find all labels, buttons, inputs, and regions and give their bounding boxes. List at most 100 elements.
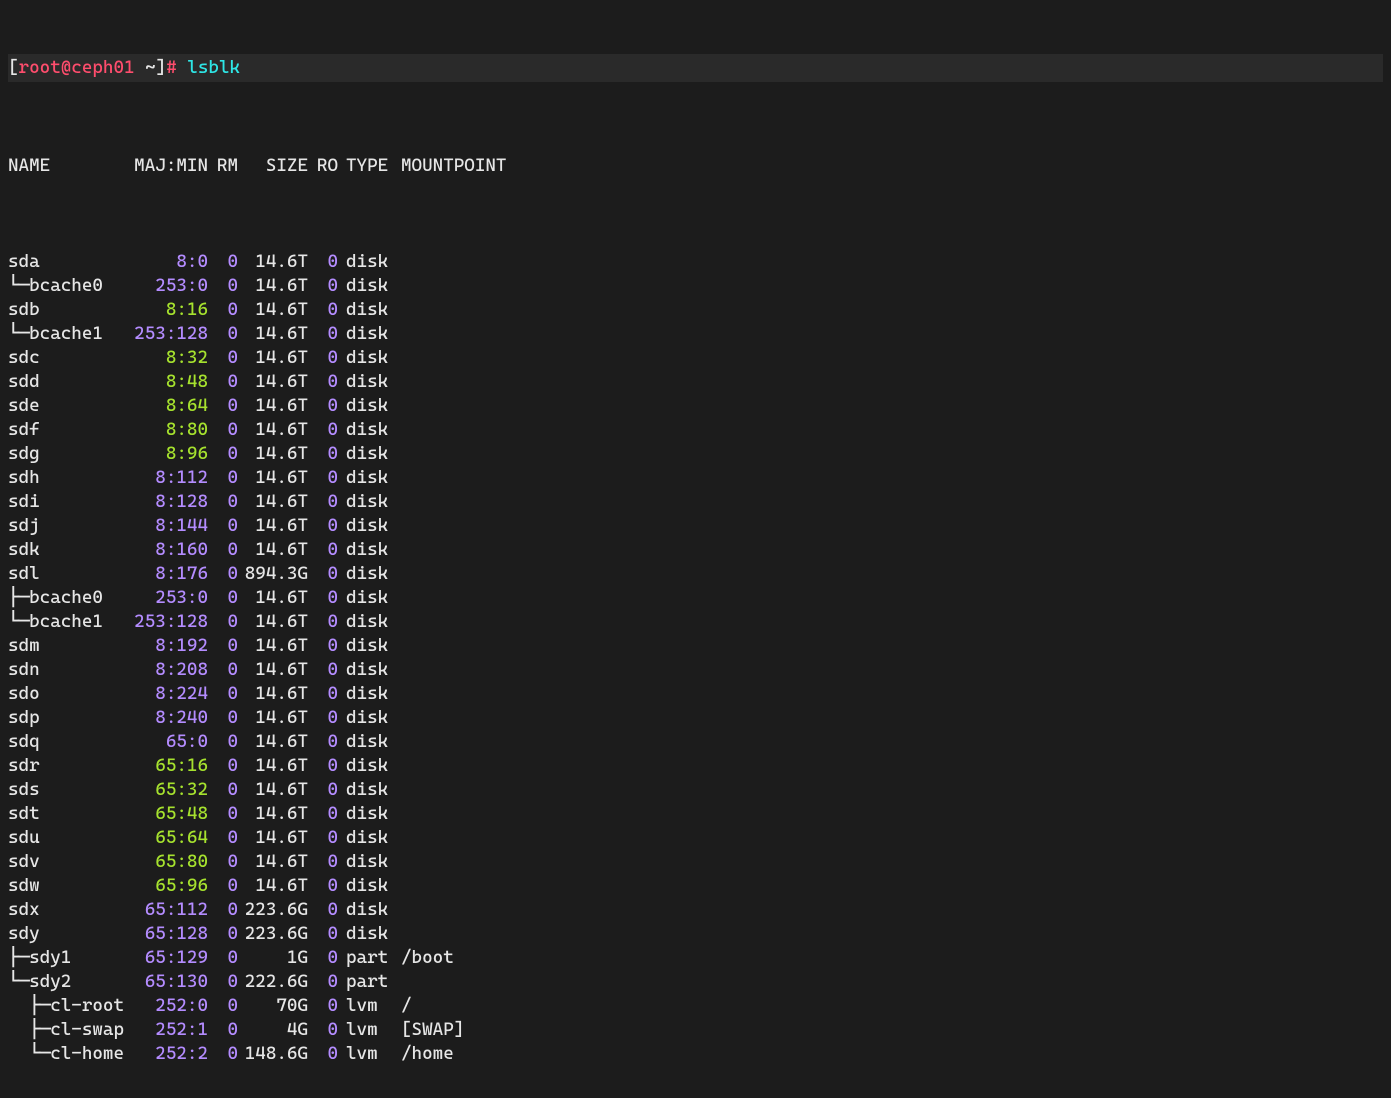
cell-rm: 0 [208,826,238,850]
cell-mnt [393,370,1383,394]
cell-mnt: / [393,994,1383,1018]
cell-rm: 0 [208,442,238,466]
hdr-size: SIZE [238,154,308,178]
cell-mnt [393,394,1383,418]
cell-ro: 0 [308,346,338,370]
prompt-hash: # [166,57,187,78]
table-row: sdh8:112014.6T0disk [8,466,1383,490]
cell-type: disk [338,538,393,562]
cell-size: 14.6T [238,442,308,466]
cell-name: sdd [8,370,128,394]
cell-ro: 0 [308,1018,338,1042]
cell-size: 14.6T [238,250,308,274]
cell-maj: 252:0 [128,994,208,1018]
cell-ro: 0 [308,322,338,346]
cell-rm: 0 [208,682,238,706]
cell-type: disk [338,562,393,586]
terminal[interactable]: [root@ceph01 ~]# lsblk NAME MAJ:MIN RM S… [0,0,1391,1098]
cell-mnt [393,970,1383,994]
table-row: sda8:0014.6T0disk [8,250,1383,274]
cell-name: sdm [8,634,128,658]
cell-rm: 0 [208,898,238,922]
cell-ro: 0 [308,370,338,394]
hdr-name: NAME [8,154,128,178]
cell-ro: 0 [308,250,338,274]
cell-type: disk [338,850,393,874]
cell-type: disk [338,514,393,538]
cell-size: 14.6T [238,418,308,442]
cell-maj: 8:32 [128,346,208,370]
prompt-bracket-close: ] [156,57,167,78]
prompt-command[interactable]: lsblk [187,57,240,78]
cell-size: 14.6T [238,706,308,730]
cell-maj: 65:80 [128,850,208,874]
cell-ro: 0 [308,658,338,682]
cell-ro: 0 [308,514,338,538]
cell-size: 894.3G [238,562,308,586]
cell-name: sda [8,250,128,274]
cell-mnt [393,634,1383,658]
cell-type: disk [338,418,393,442]
cell-rm: 0 [208,250,238,274]
cell-name: sdh [8,466,128,490]
cell-type: lvm [338,994,393,1018]
cell-size: 222.6G [238,970,308,994]
table-row: sdt65:48014.6T0disk [8,802,1383,826]
cell-mnt [393,466,1383,490]
cell-mnt [393,922,1383,946]
table-row: sds65:32014.6T0disk [8,778,1383,802]
cell-type: disk [338,346,393,370]
cell-ro: 0 [308,394,338,418]
cell-name: sdv [8,850,128,874]
cell-maj: 65:128 [128,922,208,946]
cell-ro: 0 [308,970,338,994]
cell-mnt [393,706,1383,730]
cell-mnt [393,850,1383,874]
hdr-ro: RO [308,154,338,178]
cell-ro: 0 [308,922,338,946]
cell-size: 14.6T [238,538,308,562]
cell-mnt [393,586,1383,610]
cell-rm: 0 [208,946,238,970]
cell-mnt [393,298,1383,322]
table-row: sdx65:1120223.6G0disk [8,898,1383,922]
cell-name: └─bcache1 [8,610,128,634]
cell-name: sdj [8,514,128,538]
cell-maj: 8:16 [128,298,208,322]
cell-name: sdy [8,922,128,946]
prompt-user-host: root@ceph01 [19,57,135,78]
cell-maj: 252:2 [128,1042,208,1066]
cell-size: 14.6T [238,682,308,706]
cell-ro: 0 [308,634,338,658]
table-row: sdl8:1760894.3G0disk [8,562,1383,586]
cell-size: 14.6T [238,778,308,802]
cell-size: 14.6T [238,394,308,418]
cell-type: disk [338,778,393,802]
cell-mnt [393,274,1383,298]
cell-name: sdo [8,682,128,706]
cell-mnt [393,898,1383,922]
cell-type: disk [338,802,393,826]
cell-ro: 0 [308,1042,338,1066]
cell-name: └─bcache0 [8,274,128,298]
cell-mnt [393,754,1383,778]
cell-rm: 0 [208,586,238,610]
cell-maj: 65:112 [128,898,208,922]
table-row: sdm8:192014.6T0disk [8,634,1383,658]
cell-ro: 0 [308,754,338,778]
cell-size: 14.6T [238,586,308,610]
table-row: sdw65:96014.6T0disk [8,874,1383,898]
cell-ro: 0 [308,682,338,706]
cell-type: disk [338,610,393,634]
cell-mnt [393,250,1383,274]
cell-size: 223.6G [238,922,308,946]
cell-rm: 0 [208,490,238,514]
table-row: sdu65:64014.6T0disk [8,826,1383,850]
cell-rm: 0 [208,538,238,562]
cell-ro: 0 [308,850,338,874]
cell-rm: 0 [208,754,238,778]
cell-name: sdl [8,562,128,586]
cell-size: 14.6T [238,370,308,394]
cell-maj: 65:130 [128,970,208,994]
cell-rm: 0 [208,970,238,994]
